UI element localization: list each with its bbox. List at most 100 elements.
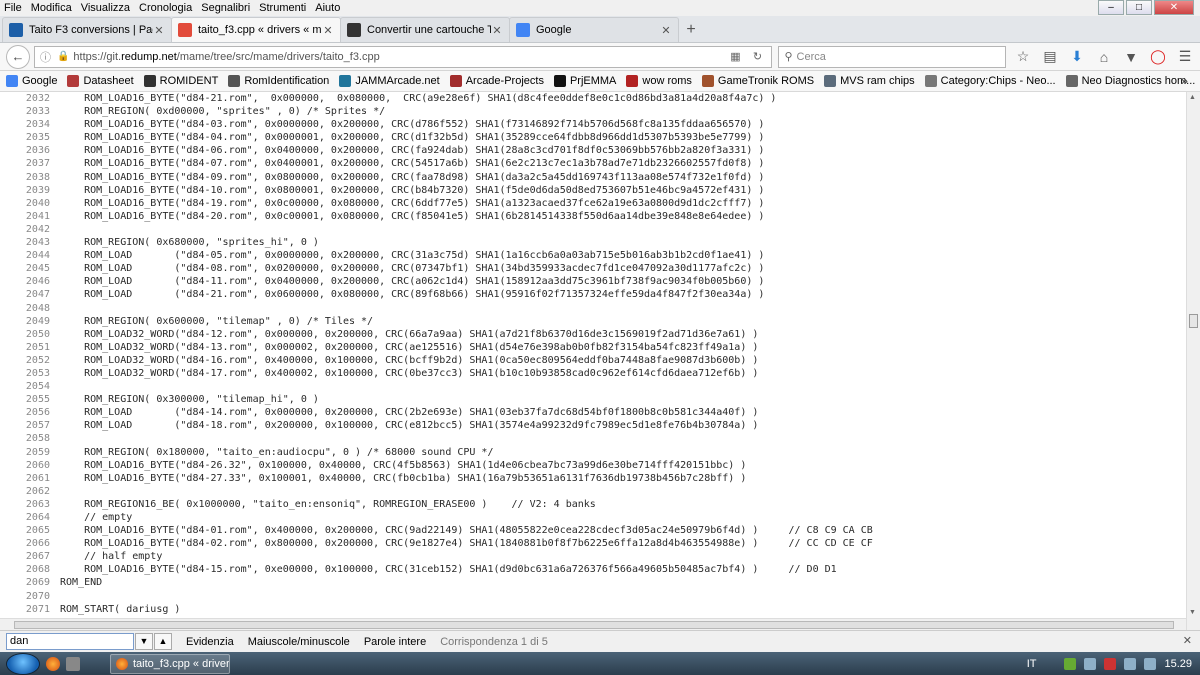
url-text[interactable]: https://git.redump.net/mame/tree/src/mam… <box>73 51 722 63</box>
reader-view-icon[interactable]: ▦ <box>726 50 744 63</box>
match-case-option[interactable]: Maiuscole/minuscole <box>248 636 350 648</box>
lock-icon[interactable]: 🔒 <box>57 51 69 62</box>
line-number[interactable]: 2066 <box>0 537 60 550</box>
menu-modifica[interactable]: Modifica <box>31 2 72 14</box>
scroll-up-icon[interactable]: ▲ <box>1189 94 1196 101</box>
url-bar[interactable]: ⓘ 🔒 https://git.redump.net/mame/tree/src… <box>33 45 773 68</box>
hamburger-menu-icon[interactable]: ☰ <box>1176 48 1194 65</box>
line-number[interactable]: 2038 <box>0 171 60 184</box>
bookmark-star-icon[interactable]: ☆ <box>1014 48 1032 65</box>
taskbar-firefox-task[interactable]: taito_f3.cpp « drivers... <box>110 653 230 674</box>
line-number[interactable]: 2043 <box>0 236 60 249</box>
browser-tab[interactable]: Google ✕ <box>509 17 679 42</box>
pocket-icon[interactable]: ▼ <box>1122 49 1140 65</box>
language-indicator[interactable]: IT <box>1027 658 1037 670</box>
bookmark-item[interactable]: ROMIDENT <box>143 75 218 87</box>
menu-segnalibri[interactable]: Segnalibri <box>201 2 250 14</box>
line-number[interactable]: 2069 <box>0 576 60 589</box>
line-number[interactable]: 2042 <box>0 223 60 236</box>
minimize-button[interactable]: – <box>1098 0 1124 15</box>
line-number[interactable]: 2033 <box>0 105 60 118</box>
find-next-button[interactable]: ▼ <box>135 633 153 650</box>
line-number[interactable]: 2051 <box>0 341 60 354</box>
bookmark-item[interactable]: GameTronik ROMS <box>701 75 814 87</box>
firefox-pinned-icon[interactable] <box>46 656 60 671</box>
whole-words-option[interactable]: Parole intere <box>364 636 426 648</box>
find-input[interactable]: dan <box>6 633 134 650</box>
clock[interactable]: 15.29 <box>1164 658 1192 670</box>
line-number[interactable]: 2064 <box>0 511 60 524</box>
tray-security-icon[interactable] <box>1104 657 1117 670</box>
bookmark-item[interactable]: Datasheet <box>67 75 134 87</box>
start-button[interactable] <box>6 652 40 675</box>
line-number[interactable]: 2046 <box>0 275 60 288</box>
line-number[interactable]: 2063 <box>0 498 60 511</box>
line-number[interactable]: 2053 <box>0 367 60 380</box>
back-button[interactable]: ← <box>6 44 30 69</box>
line-number[interactable]: 2036 <box>0 144 60 157</box>
close-tab-icon[interactable]: ✕ <box>660 24 672 37</box>
close-tab-icon[interactable]: ✕ <box>322 24 334 37</box>
vertical-scroll-thumb[interactable] <box>1189 314 1198 328</box>
line-number[interactable]: 2070 <box>0 590 60 603</box>
line-number[interactable]: 2037 <box>0 157 60 170</box>
line-number[interactable]: 2052 <box>0 354 60 367</box>
tray-volume-icon[interactable] <box>1144 657 1157 670</box>
horizontal-scroll-thumb[interactable] <box>14 621 1174 629</box>
bookmark-item[interactable]: wow roms <box>626 75 692 87</box>
close-tab-icon[interactable]: ✕ <box>153 24 165 37</box>
tray-flag-icon[interactable] <box>1124 657 1137 670</box>
info-icon[interactable]: ⓘ <box>40 49 51 65</box>
line-number[interactable]: 2035 <box>0 131 60 144</box>
reload-icon[interactable]: ↻ <box>748 50 766 63</box>
bookmark-item[interactable]: Google <box>6 75 57 87</box>
download-icon[interactable]: ⬇ <box>1068 48 1086 65</box>
menu-aiuto[interactable]: Aiuto <box>315 2 340 14</box>
line-number[interactable]: 2071 <box>0 603 60 616</box>
line-number[interactable]: 2056 <box>0 406 60 419</box>
line-number[interactable]: 2068 <box>0 563 60 576</box>
bookmark-item[interactable]: Category:Chips - Neo... <box>924 75 1056 87</box>
line-number[interactable]: 2044 <box>0 249 60 262</box>
home-icon[interactable]: ⌂ <box>1095 49 1113 65</box>
line-number[interactable]: 2045 <box>0 262 60 275</box>
find-previous-button[interactable]: ▲ <box>154 633 172 650</box>
tray-network-icon[interactable] <box>1084 657 1097 670</box>
menu-file[interactable]: File <box>4 2 22 14</box>
highlight-option[interactable]: Evidenzia <box>186 636 234 648</box>
menu-cronologia[interactable]: Cronologia <box>139 2 192 14</box>
line-number[interactable]: 2047 <box>0 288 60 301</box>
line-number[interactable]: 2055 <box>0 393 60 406</box>
line-number[interactable]: 2054 <box>0 380 60 393</box>
line-number[interactable]: 2041 <box>0 210 60 223</box>
horizontal-scrollbar[interactable] <box>0 618 1186 630</box>
more-bookmarks-icon[interactable]: » <box>1181 73 1188 88</box>
line-number[interactable]: 2034 <box>0 118 60 131</box>
line-number[interactable]: 2049 <box>0 315 60 328</box>
bookmark-item[interactable]: Arcade-Projects <box>449 75 544 87</box>
search-bar[interactable]: ⚲ Cerca <box>778 45 1006 68</box>
bookmark-item[interactable]: Neo Diagnostics hom... <box>1065 75 1195 87</box>
line-number[interactable]: 2060 <box>0 459 60 472</box>
media-player-pinned-icon[interactable] <box>66 656 80 671</box>
menu-strumenti[interactable]: Strumenti <box>259 2 306 14</box>
tray-app-icon[interactable] <box>1064 657 1077 670</box>
line-number[interactable]: 2058 <box>0 432 60 445</box>
line-number[interactable]: 2040 <box>0 197 60 210</box>
close-tab-icon[interactable]: ✕ <box>491 24 503 37</box>
line-number[interactable]: 2039 <box>0 184 60 197</box>
close-window-button[interactable]: ✕ <box>1154 0 1194 15</box>
line-number[interactable]: 2061 <box>0 472 60 485</box>
line-number[interactable]: 2067 <box>0 550 60 563</box>
opera-icon[interactable]: ◯ <box>1149 48 1167 65</box>
bookmark-item[interactable]: PrjEMMA <box>553 75 616 87</box>
find-close-icon[interactable]: ✕ <box>1183 634 1192 647</box>
scroll-down-icon[interactable]: ▼ <box>1189 609 1196 616</box>
browser-tab[interactable]: Convertir une cartouche TA...✕ <box>340 17 510 42</box>
reading-list-icon[interactable]: ▤ <box>1041 48 1059 65</box>
bookmark-item[interactable]: MVS ram chips <box>824 75 915 87</box>
line-number[interactable]: 2032 <box>0 92 60 105</box>
bookmark-item[interactable]: RomIdentification <box>228 75 329 87</box>
line-number[interactable]: 2065 <box>0 524 60 537</box>
menu-visualizza[interactable]: Visualizza <box>81 2 130 14</box>
